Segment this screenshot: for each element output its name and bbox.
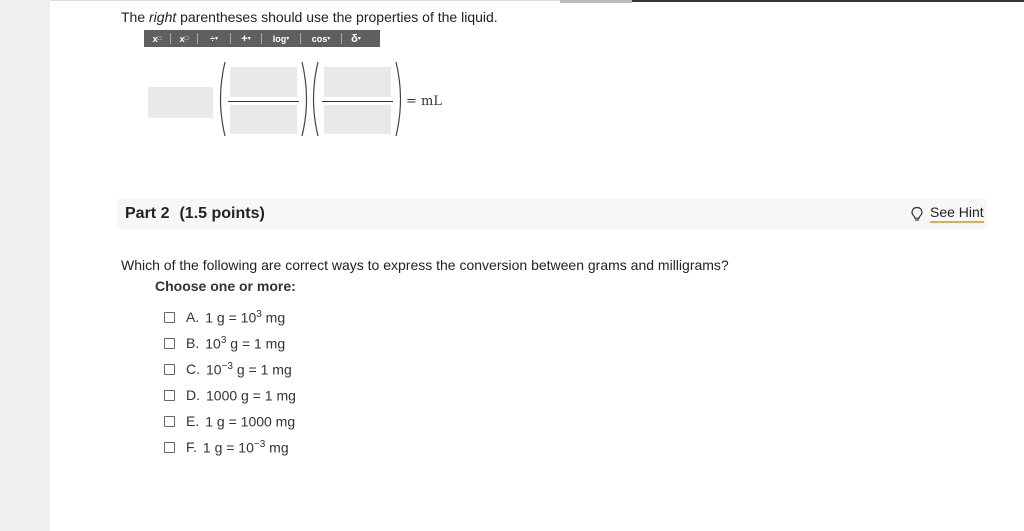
right-paren-2 <box>395 61 402 137</box>
checkbox[interactable] <box>164 363 175 375</box>
subscript-button[interactable]: x □ <box>171 30 197 47</box>
choose-instruction: Choose one or more: <box>155 278 296 294</box>
answer-options: A. 1 g = 103 mg B. 103 g = 1 mg C. 10−3 … <box>164 304 296 460</box>
math-toolbar: x □ x □ ÷ ▾ + ▾ log ▾ cos ▾ δ ▾ <box>144 30 380 47</box>
part-title: Part 2 (1.5 points) <box>125 205 265 222</box>
see-hint-label: See Hint <box>930 204 984 223</box>
checkbox[interactable] <box>164 337 175 349</box>
left-paren-2 <box>312 61 319 137</box>
superscript-button[interactable]: x □ <box>144 30 170 47</box>
left-paren-1 <box>219 61 226 137</box>
lightbulb-icon <box>911 206 923 221</box>
option-a[interactable]: A. 1 g = 103 mg <box>164 304 296 330</box>
option-d[interactable]: D. 1000 g = 1 mg <box>164 382 296 408</box>
conversion-equation: = mL <box>148 60 468 140</box>
top-progress-segment <box>560 0 632 3</box>
log-button[interactable]: log ▾ <box>262 30 300 47</box>
instruction-text: The right parentheses should use the pro… <box>121 9 498 25</box>
left-gutter <box>0 0 50 531</box>
see-hint-link[interactable]: See Hint <box>910 204 984 223</box>
result-unit: = mL <box>406 94 442 109</box>
option-f[interactable]: F. 1 g = 10−3 mg <box>164 434 296 460</box>
instruction-emphasis: right <box>149 9 177 25</box>
plus-button[interactable]: + ▾ <box>231 30 261 47</box>
option-e[interactable]: E. 1 g = 1000 mg <box>164 408 296 434</box>
part-points: (1.5 points) <box>179 205 265 222</box>
denominator-input-2[interactable] <box>324 105 391 134</box>
checkbox[interactable] <box>164 441 175 453</box>
numerator-input-2[interactable] <box>324 67 391 97</box>
option-b[interactable]: B. 103 g = 1 mg <box>164 330 296 356</box>
option-c[interactable]: C. 10−3 g = 1 mg <box>164 356 296 382</box>
denominator-input-1[interactable] <box>230 105 297 134</box>
numerator-input-1[interactable] <box>230 67 297 97</box>
starting-value-input[interactable] <box>148 87 213 118</box>
checkbox[interactable] <box>164 389 175 401</box>
fraction-bar-1 <box>228 101 299 102</box>
question-text: Which of the following are correct ways … <box>121 257 729 273</box>
checkbox[interactable] <box>164 311 175 323</box>
delta-button[interactable]: δ ▾ <box>342 30 370 47</box>
top-progress-bar <box>632 0 1024 2</box>
fraction-button[interactable]: ÷ ▾ <box>198 30 230 47</box>
checkbox[interactable] <box>164 415 175 427</box>
fraction-bar-2 <box>322 101 393 102</box>
cos-button[interactable]: cos ▾ <box>301 30 341 47</box>
